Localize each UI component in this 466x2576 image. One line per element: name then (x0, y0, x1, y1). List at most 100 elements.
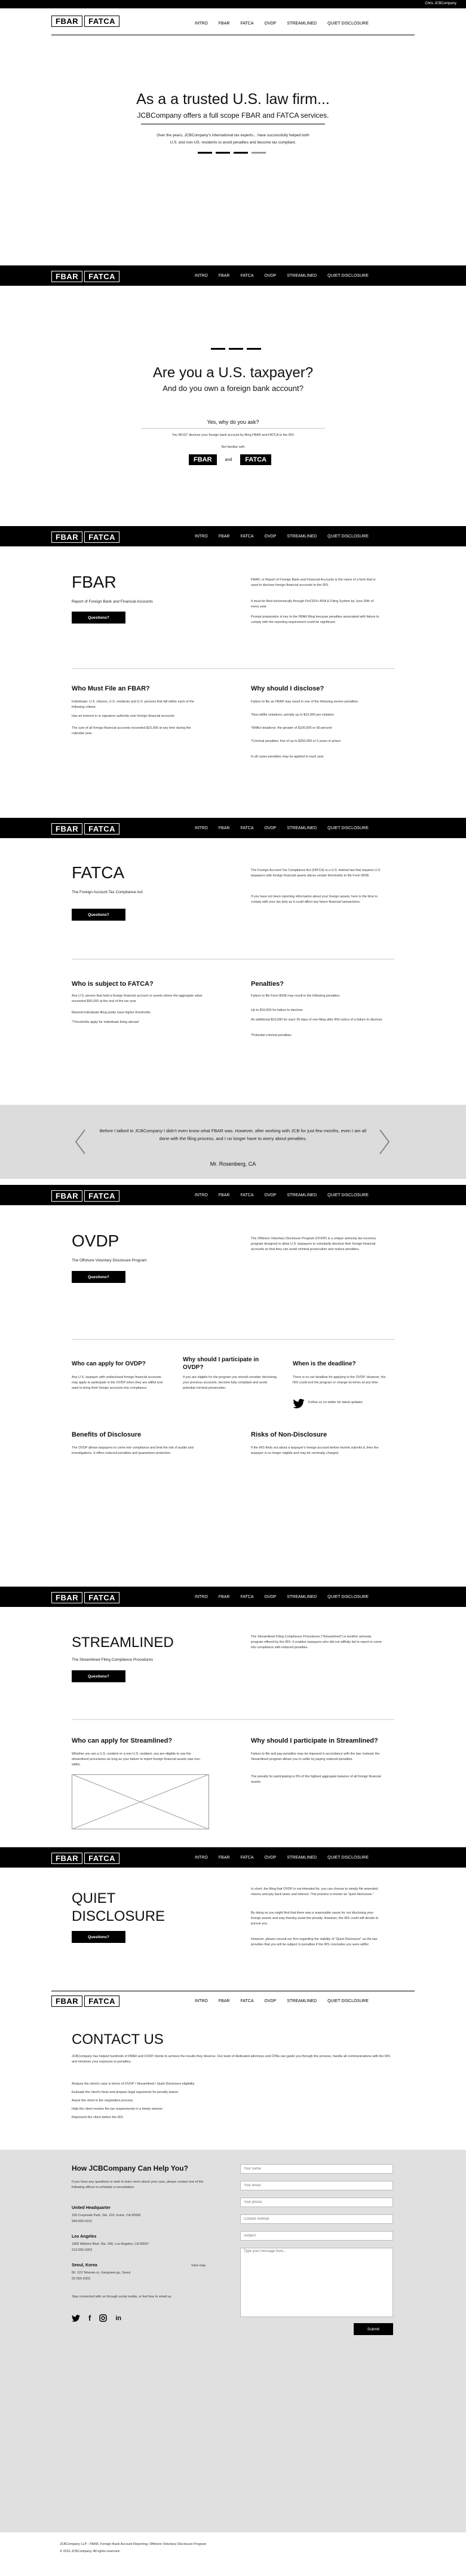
nav-fbar[interactable]: FBAR (219, 534, 230, 539)
name-input[interactable] (240, 2164, 393, 2174)
fatca-badge[interactable]: FATCA (240, 454, 272, 465)
dot-3[interactable] (234, 152, 248, 154)
logo[interactable]: FBAR FATCA (51, 531, 119, 543)
fatca-pen-p4: *Potential criminal penalties (251, 1034, 292, 1037)
fatca-pen-p1: Failure to file Form 8938 may result in … (251, 994, 341, 998)
twitter-icon[interactable] (293, 1399, 305, 1408)
email-input[interactable] (240, 2181, 393, 2190)
nav-fatca[interactable]: FATCA (240, 1193, 253, 1197)
logo[interactable]: FBAR FATCA (51, 1996, 119, 2007)
footer-line-1: JCBCompany LLP - FBAR, Foreign Bank Acco… (60, 2543, 207, 2546)
logo-fbar: FBAR (51, 271, 83, 282)
logo-fbar: FBAR (51, 1996, 83, 2007)
phone-input[interactable] (240, 2198, 393, 2207)
ovdp-questions-button[interactable]: Questions? (72, 1271, 125, 1283)
nav-intro[interactable]: INTRO (195, 1595, 208, 1599)
fbar-questions-button[interactable]: Questions? (72, 612, 125, 624)
logo[interactable]: FBAR FATCA (51, 271, 119, 282)
nav-quiet-disclosure[interactable]: QUIET DISCLOSURE (327, 22, 369, 26)
nav-fatca[interactable]: FATCA (240, 1595, 253, 1599)
chevron-left-icon[interactable] (74, 1129, 86, 1155)
nav-quiet-disclosure[interactable]: QUIET DISCLOSURE (327, 1595, 369, 1599)
nav-ovdp[interactable]: OVDP (265, 534, 277, 539)
nav-ovdp[interactable]: OVDP (265, 274, 277, 278)
facebook-icon[interactable]: f (88, 2314, 91, 2323)
nav-intro[interactable]: INTRO (195, 534, 208, 539)
subject-input[interactable] (240, 2231, 393, 2241)
nav-fatca[interactable]: FATCA (240, 1999, 253, 2003)
office-1-phone[interactable]: 949-555-0101 (72, 2219, 209, 2224)
nav-streamlined[interactable]: STREAMLINED (287, 1856, 317, 1860)
nav-streamlined[interactable]: STREAMLINED (287, 534, 317, 539)
logo-fatca: FATCA (84, 1853, 119, 1864)
logo[interactable]: FBAR FATCA (51, 823, 119, 835)
office-3-phone[interactable]: 02-555-0303 (72, 2276, 209, 2282)
dot-2[interactable] (216, 152, 230, 154)
logo[interactable]: FBAR FATCA (51, 1853, 119, 1864)
nav-quiet-disclosure[interactable]: QUIET DISCLOSURE (327, 1856, 369, 1860)
quiet-questions-button[interactable]: Questions? (72, 1931, 125, 1943)
nav-fbar[interactable]: FBAR (219, 1856, 230, 1860)
nav-fbar[interactable]: FBAR (219, 826, 230, 830)
linkedin-icon[interactable]: in (115, 2315, 121, 2322)
navbar-5: FBAR FATCA INTRO FBAR FATCA OVDP STREAMLINED… (0, 1587, 466, 1607)
nav-fbar[interactable]: FBAR (219, 1193, 230, 1197)
nav-intro[interactable]: INTRO (195, 826, 208, 830)
nav-intro[interactable]: INTRO (195, 274, 208, 278)
nav-streamlined[interactable]: STREAMLINED (287, 826, 317, 830)
twitter-icon[interactable] (72, 2314, 80, 2322)
nav-fatca[interactable]: FATCA (240, 826, 253, 830)
ovdp-c3-title: When is the deadline? (293, 1361, 356, 1367)
nav-intro[interactable]: INTRO (195, 22, 208, 26)
nav-streamlined[interactable]: STREAMLINED (287, 1595, 317, 1599)
message-textarea[interactable] (240, 2248, 393, 2317)
fbar-badge[interactable]: FBAR (189, 454, 217, 465)
nav: INTRO FBAR FATCA OVDP STREAMLINED QUIET DISCL… (195, 1999, 369, 2003)
office-3-map-link[interactable]: View map (191, 2263, 206, 2269)
logo[interactable]: FBAR FATCA (51, 1190, 119, 1202)
nav-intro[interactable]: INTRO (195, 1193, 208, 1197)
dot-1[interactable] (198, 152, 212, 154)
nav-ovdp[interactable]: OVDP (265, 1999, 277, 2003)
nav-intro[interactable]: INTRO (195, 1999, 208, 2003)
nav-fbar[interactable]: FBAR (219, 274, 230, 278)
nav-ovdp[interactable]: OVDP (265, 1856, 277, 1860)
nav-ovdp[interactable]: OVDP (265, 826, 277, 830)
nav-ovdp[interactable]: OVDP (265, 22, 277, 26)
nav-fatca[interactable]: FATCA (240, 22, 253, 26)
contact-method-input[interactable] (240, 2214, 393, 2224)
footer-line-2: © 2015 JCBCompany. All rights reserved. (60, 2550, 121, 2553)
nav-ovdp[interactable]: OVDP (265, 1595, 277, 1599)
submit-button[interactable]: Submit (354, 2323, 393, 2335)
nav-quiet-disclosure[interactable]: QUIET DISCLOSURE (327, 534, 369, 539)
nav-fbar[interactable]: FBAR (219, 1595, 230, 1599)
nav-streamlined[interactable]: STREAMLINED (287, 22, 317, 26)
nav-streamlined[interactable]: STREAMLINED (287, 1999, 317, 2003)
nav-intro[interactable]: INTRO (195, 1856, 208, 1860)
nav-ovdp[interactable]: OVDP (265, 1193, 277, 1197)
quiet-p1: In short, the filing that OVDP is not in… (251, 1887, 378, 1896)
nav-streamlined[interactable]: STREAMLINED (287, 1193, 317, 1197)
fatca-questions-button[interactable]: Questions? (72, 909, 125, 921)
nav-fbar[interactable]: FBAR (219, 1999, 230, 2003)
nav-fatca[interactable]: FATCA (240, 534, 253, 539)
nav-fatca[interactable]: FATCA (240, 274, 253, 278)
nav-fatca[interactable]: FATCA (240, 1856, 253, 1860)
instagram-icon[interactable] (99, 2314, 108, 2322)
office-3-address: 5F, 123 Teheran-ro, Gangnam-gu, Seoul (72, 2271, 131, 2275)
hero-slider-dots[interactable] (198, 152, 266, 154)
nav-quiet-disclosure[interactable]: QUIET DISCLOSURE (327, 1999, 369, 2003)
office-2-phone[interactable]: 213-555-0202 (72, 2248, 209, 2253)
streamlined-questions-button[interactable]: Questions? (72, 1670, 125, 1682)
logo[interactable]: FBAR FATCA (51, 16, 119, 27)
dot-4[interactable] (252, 152, 266, 154)
nav-quiet-disclosure[interactable]: QUIET DISCLOSURE (327, 1193, 369, 1197)
chevron-right-icon[interactable] (379, 1129, 391, 1155)
user-link[interactable]: Chris JCBCompany (425, 2, 456, 5)
nav-quiet-disclosure[interactable]: QUIET DISCLOSURE (327, 826, 369, 830)
nav-streamlined[interactable]: STREAMLINED (287, 274, 317, 278)
streamlined-c2-text: Failure to file and pay penalties may be… (251, 1752, 380, 1761)
nav-fbar[interactable]: FBAR (219, 22, 230, 26)
nav-quiet-disclosure[interactable]: QUIET DISCLOSURE (327, 274, 369, 278)
logo[interactable]: FBAR FATCA (51, 1592, 119, 1603)
